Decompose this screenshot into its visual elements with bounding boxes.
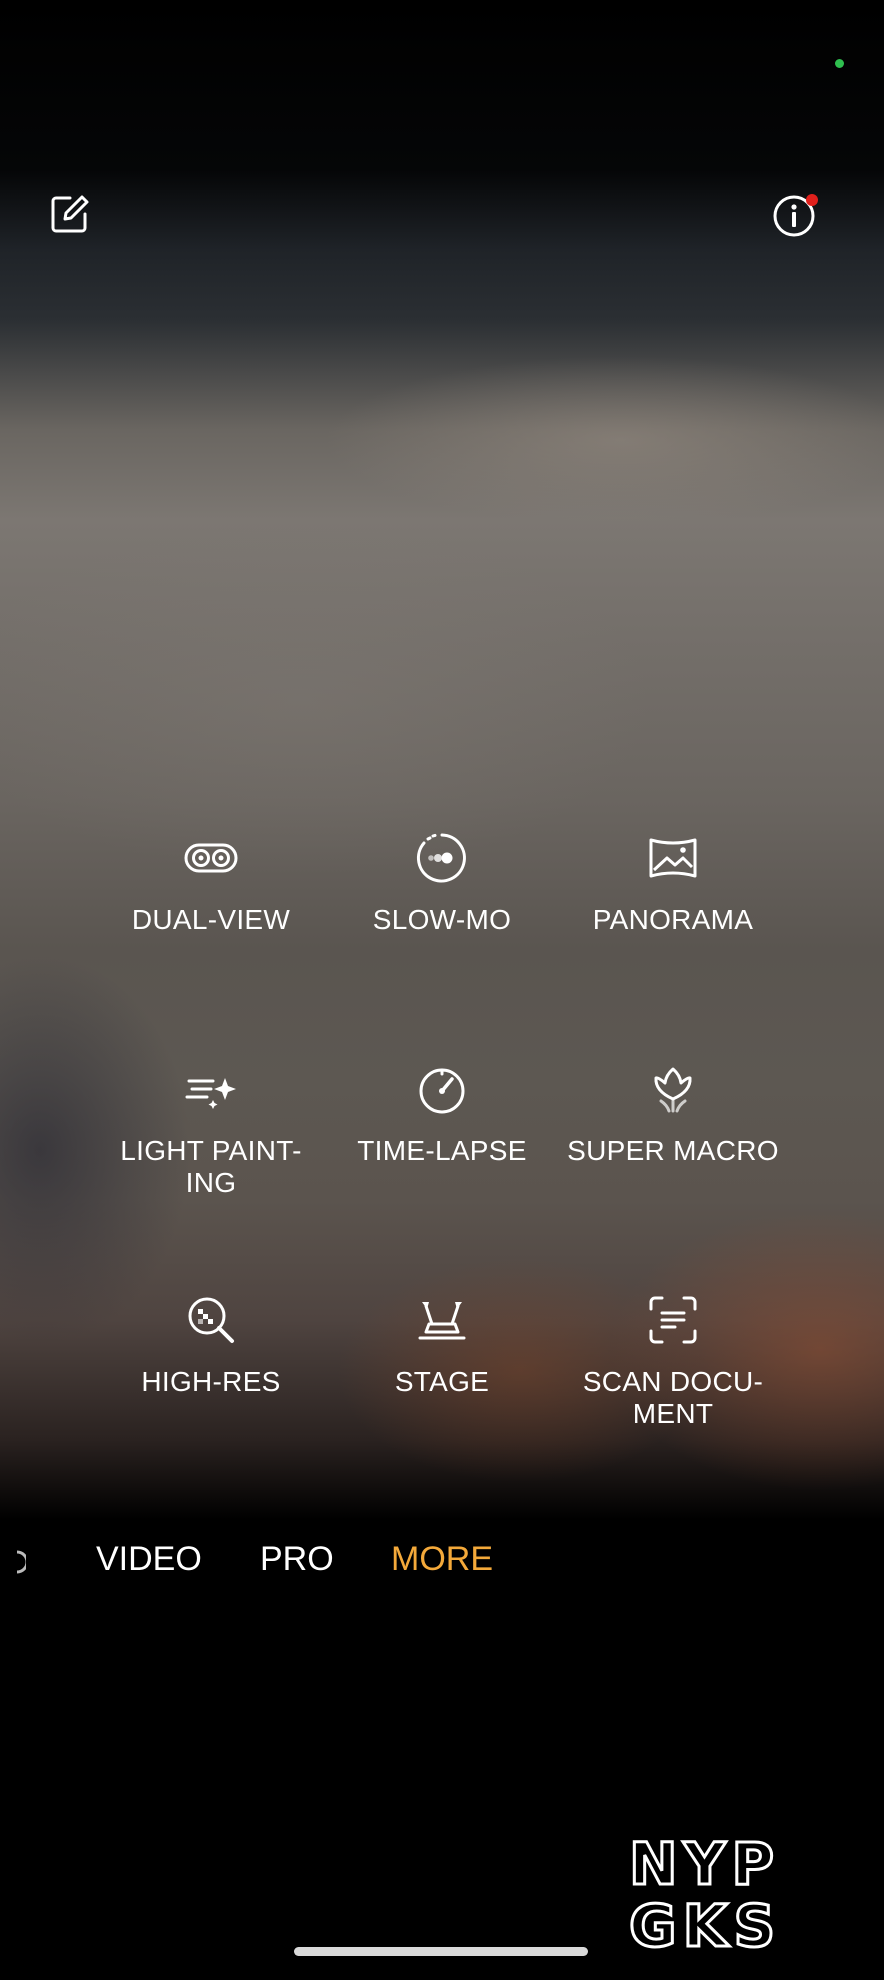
camera-in-use-indicator <box>835 59 844 68</box>
svg-text:NYP: NYP <box>629 1830 780 1898</box>
mode-super-macro[interactable]: SUPER MACRO <box>558 1061 788 1167</box>
notification-badge <box>806 194 818 206</box>
mode-tab-strip: VIDEO PRO MORE <box>0 1530 884 1590</box>
edit-icon[interactable] <box>48 192 92 236</box>
home-indicator[interactable] <box>294 1947 588 1956</box>
slow-mo-icon <box>416 833 466 883</box>
mode-label: SUPER MACRO <box>567 1135 779 1166</box>
mode-high-res[interactable]: HIGH-RES <box>96 1292 326 1398</box>
mode-label: SLOW-MO <box>372 904 512 935</box>
panorama-icon <box>649 838 697 878</box>
camera-screen: DUAL-VIEW SLOW-MO PANORAMA LIGHT PAINT- … <box>0 0 884 1980</box>
scan-document-icon <box>649 1296 697 1344</box>
high-res-icon <box>188 1297 234 1343</box>
light-painting-icon <box>185 1078 236 1109</box>
mode-label: PANORAMA <box>592 904 754 935</box>
mode-label: DUAL-VIEW <box>131 904 291 935</box>
mode-time-lapse[interactable]: TIME-LAPSE <box>327 1061 557 1167</box>
super-macro-icon <box>654 1067 692 1113</box>
mode-label: LIGHT PAINT- ING <box>120 1135 302 1198</box>
info-icon[interactable] <box>772 192 820 240</box>
mode-panorama[interactable]: PANORAMA <box>558 830 788 936</box>
mode-slow-mo[interactable]: SLOW-MO <box>327 830 557 936</box>
mode-stage[interactable]: STAGE <box>327 1292 557 1398</box>
partial-tab-icon[interactable] <box>14 1550 26 1574</box>
svg-text:GKS: GKS <box>629 1892 781 1952</box>
mode-label: HIGH-RES <box>141 1366 281 1397</box>
mode-label: STAGE <box>394 1366 490 1397</box>
nypgks-watermark-logo: NYP GKS <box>628 1829 781 1953</box>
mode-scan-document[interactable]: SCAN DOCU- MENT <box>558 1292 788 1430</box>
stage-icon <box>418 1302 466 1340</box>
mode-label: SCAN DOCU- MENT <box>582 1366 764 1429</box>
tab-pro[interactable]: PRO <box>260 1540 334 1579</box>
tab-video[interactable]: VIDEO <box>96 1540 202 1579</box>
time-lapse-icon <box>419 1068 465 1114</box>
mode-light-painting[interactable]: LIGHT PAINT- ING <box>96 1061 326 1199</box>
mode-dual-view[interactable]: DUAL-VIEW <box>96 830 326 936</box>
tab-more[interactable]: MORE <box>391 1540 493 1579</box>
dual-view-icon <box>184 843 238 873</box>
mode-label: TIME-LAPSE <box>357 1135 527 1166</box>
